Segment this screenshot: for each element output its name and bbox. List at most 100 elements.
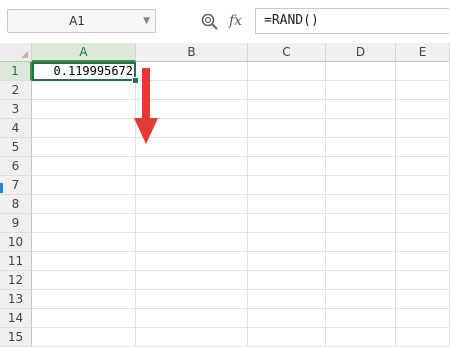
cell-d11[interactable] [326,252,396,271]
cell-e11[interactable] [396,252,450,271]
row-header-11[interactable]: 11 [0,252,32,271]
cell-d4[interactable] [326,119,396,138]
cell-a13[interactable] [32,290,136,309]
cell-b14[interactable] [136,309,248,328]
cell-b13[interactable] [136,290,248,309]
cell-b6[interactable] [136,157,248,176]
cell-e12[interactable] [396,271,450,290]
column-header-b[interactable]: B [136,43,248,62]
left-edge-marker [0,183,3,193]
row-header-8[interactable]: 8 [0,195,32,214]
cell-d1[interactable] [326,62,396,81]
row-header-7[interactable]: 7 [0,176,32,195]
cell-e6[interactable] [396,157,450,176]
zoom-icon[interactable] [200,12,220,32]
cell-c3[interactable] [248,100,326,119]
row-header-5[interactable]: 5 [0,138,32,157]
dropdown-chevron-icon[interactable]: ▼ [143,10,150,32]
cell-c2[interactable] [248,81,326,100]
row-header-15[interactable]: 15 [0,328,32,347]
name-box[interactable]: A1 ▼ [7,9,156,33]
cell-e3[interactable] [396,100,450,119]
cell-c7[interactable] [248,176,326,195]
fx-icon[interactable]: fx [229,10,247,32]
row-header-4[interactable]: 4 [0,119,32,138]
cell-d12[interactable] [326,271,396,290]
cell-c11[interactable] [248,252,326,271]
cell-a9[interactable] [32,214,136,233]
column-header-a[interactable]: A [32,43,136,62]
cell-d8[interactable] [326,195,396,214]
cell-d15[interactable] [326,328,396,347]
cell-a6[interactable] [32,157,136,176]
row-header-2[interactable]: 2 [0,81,32,100]
cell-b9[interactable] [136,214,248,233]
cell-a11[interactable] [32,252,136,271]
cell-c9[interactable] [248,214,326,233]
cell-b8[interactable] [136,195,248,214]
cell-d2[interactable] [326,81,396,100]
cell-d7[interactable] [326,176,396,195]
column-header-c[interactable]: C [248,43,326,62]
column-header-d[interactable]: D [326,43,396,62]
cell-e14[interactable] [396,309,450,328]
cell-e2[interactable] [396,81,450,100]
cell-b11[interactable] [136,252,248,271]
cell-a2[interactable] [32,81,136,100]
cell-e1[interactable] [396,62,450,81]
spreadsheet-grid: A B C D E 1 2 3 4 5 6 7 8 9 10 11 12 13 14 15 0.119995… [0,43,450,347]
cell-e8[interactable] [396,195,450,214]
cell-a1[interactable]: 0.119995672 [32,62,136,81]
cell-c13[interactable] [248,290,326,309]
row-header-10[interactable]: 10 [0,233,32,252]
fill-arrow-icon [134,68,158,144]
select-all-corner[interactable] [0,43,32,62]
cell-c14[interactable] [248,309,326,328]
row-header-1[interactable]: 1 [0,62,32,81]
formula-input[interactable]: =RAND() [255,8,449,34]
cell-c6[interactable] [248,157,326,176]
name-box-value[interactable]: A1 [8,10,146,32]
row-header-14[interactable]: 14 [0,309,32,328]
cell-e13[interactable] [396,290,450,309]
cell-b12[interactable] [136,271,248,290]
cell-a4[interactable] [32,119,136,138]
cell-d9[interactable] [326,214,396,233]
cell-a10[interactable] [32,233,136,252]
cell-e9[interactable] [396,214,450,233]
cell-a3[interactable] [32,100,136,119]
cell-d13[interactable] [326,290,396,309]
cell-e5[interactable] [396,138,450,157]
row-header-6[interactable]: 6 [0,157,32,176]
cell-b10[interactable] [136,233,248,252]
cell-e7[interactable] [396,176,450,195]
cell-e10[interactable] [396,233,450,252]
cell-a5[interactable] [32,138,136,157]
cell-d5[interactable] [326,138,396,157]
column-header-e[interactable]: E [396,43,450,62]
cell-b15[interactable] [136,328,248,347]
cell-d6[interactable] [326,157,396,176]
cell-c12[interactable] [248,271,326,290]
cell-d14[interactable] [326,309,396,328]
row-header-3[interactable]: 3 [0,100,32,119]
cell-c1[interactable] [248,62,326,81]
row-header-12[interactable]: 12 [0,271,32,290]
cell-e15[interactable] [396,328,450,347]
row-header-13[interactable]: 13 [0,290,32,309]
cell-c15[interactable] [248,328,326,347]
cell-b7[interactable] [136,176,248,195]
cell-a8[interactable] [32,195,136,214]
cell-a7[interactable] [32,176,136,195]
cell-d10[interactable] [326,233,396,252]
cell-c5[interactable] [248,138,326,157]
cell-e4[interactable] [396,119,450,138]
row-header-9[interactable]: 9 [0,214,32,233]
cell-c4[interactable] [248,119,326,138]
cell-a12[interactable] [32,271,136,290]
cell-c10[interactable] [248,233,326,252]
cell-d3[interactable] [326,100,396,119]
cell-a15[interactable] [32,328,136,347]
cell-a14[interactable] [32,309,136,328]
cell-c8[interactable] [248,195,326,214]
